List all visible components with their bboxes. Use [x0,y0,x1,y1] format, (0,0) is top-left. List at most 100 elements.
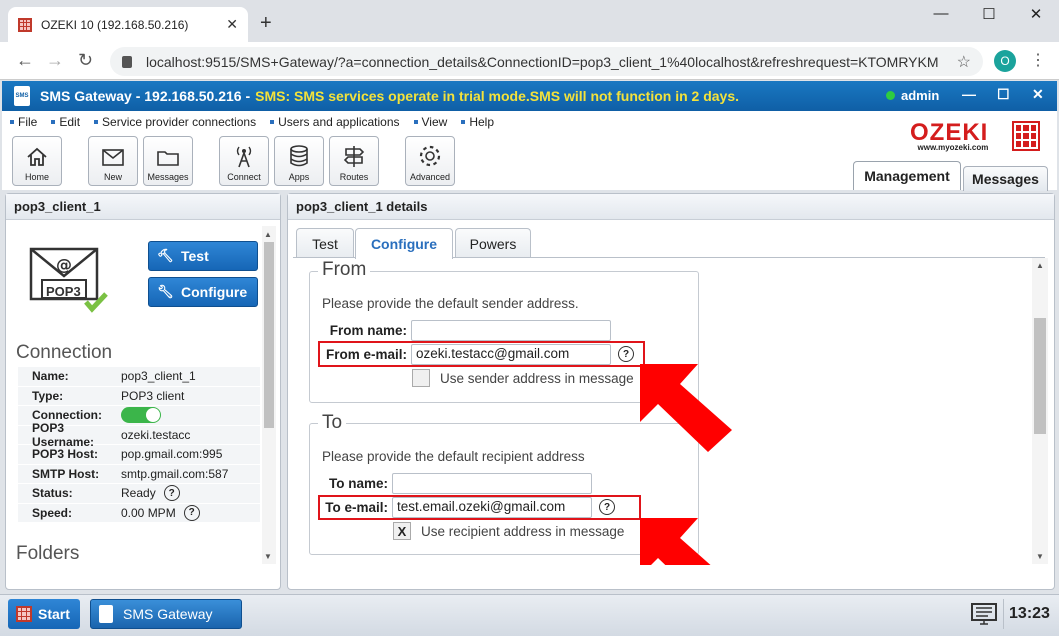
wrench-icon: 🔧︎ [157,284,174,299]
apps-label: Apps [288,172,310,182]
home-button[interactable]: Home [12,136,62,186]
menu-view[interactable]: View [413,115,447,129]
routes-button[interactable]: Routes [329,136,379,186]
browser-menu-icon[interactable]: ⋮ [1030,50,1046,70]
use-sender-address-checkbox[interactable] [412,369,430,387]
monitor-icon[interactable] [970,602,998,628]
to-email-input[interactable]: test.email.ozeki@gmail.com [392,497,592,518]
to-hint: Please provide the default recipient add… [322,449,585,464]
connect-button[interactable]: Connect [219,136,269,186]
row-key: Type: [32,388,64,403]
red-arrow-annotation-icon [640,518,711,565]
home-icon [27,147,47,166]
back-arrow-icon[interactable]: ← [16,50,34,71]
scroll-down-icon[interactable]: ▼ [1036,552,1044,561]
tab-management[interactable]: Management [853,161,961,190]
menu-service-provider-connections[interactable]: Service provider connections [94,115,256,129]
trial-warning: SMS: SMS services operate in trial mode.… [255,88,740,104]
table-row: Status: Ready? [18,484,260,504]
window-maximize-button[interactable]: ☐ [966,5,1012,23]
scroll-up-icon[interactable]: ▲ [264,230,272,239]
address-bar[interactable]: localhost:9515/SMS+Gateway/?a=connection… [110,47,983,76]
profile-avatar[interactable]: O [994,50,1016,72]
sms-app-icon: SMS [14,86,30,106]
svg-text:@: @ [56,255,72,274]
user-name: admin [901,88,940,103]
scroll-up-icon[interactable]: ▲ [1036,261,1044,270]
start-button[interactable]: Start [8,599,80,629]
new-tab-button[interactable]: + [260,12,272,35]
url-text[interactable]: localhost:9515/SMS+Gateway/?a=connection… [146,54,957,70]
hammer-icon: 🔨︎ [157,248,174,263]
taskbar-app-label: SMS Gateway [123,606,213,622]
test-button[interactable]: 🔨︎ Test [148,241,258,271]
from-email-input[interactable]: ozeki.testacc@gmail.com [411,344,611,365]
ozeki-logo-icon [1012,121,1040,151]
reload-icon[interactable]: ↻ [78,50,93,71]
connection-toggle[interactable] [121,407,161,424]
pop3-label: POP3 [46,284,81,299]
forward-arrow-icon[interactable]: → [46,50,64,71]
user-indicator[interactable]: admin [886,88,939,103]
to-legend: To [318,412,347,434]
menu-users-and-applications[interactable]: Users and applications [270,115,400,129]
routes-label: Routes [339,172,369,182]
menu-bar: File Edit Service provider connections U… [2,111,1057,133]
tab-powers[interactable]: Powers [455,228,531,258]
row-key: Speed: [32,505,73,520]
menu-file[interactable]: File [10,115,37,129]
tab-close-icon[interactable]: ✕ [226,16,238,33]
to-name-label: To name: [328,476,388,491]
logo-text: OZEKI [910,119,989,146]
to-email-help-icon[interactable]: ? [599,499,615,515]
new-button[interactable]: New [88,136,138,186]
table-row: Name: pop3_client_1 [18,367,260,387]
tab-test[interactable]: Test [296,228,354,258]
browser-tab[interactable]: OZEKI 10 (192.168.50.216) ✕ [8,7,248,42]
messages-button[interactable]: Messages [143,136,193,186]
folders-section-title: Folders [16,543,80,564]
left-scrollbar-thumb[interactable] [264,242,274,428]
database-icon [290,145,308,167]
signpost-icon [343,146,365,167]
connection-details-table: Name: pop3_client_1 Type: POP3 client Conn… [18,367,260,523]
scroll-down-icon[interactable]: ▼ [264,552,272,561]
use-sender-address-label: Use sender address in message [440,371,634,386]
tab-configure[interactable]: Configure [355,228,453,259]
sms-app-icon [99,605,113,623]
row-value: POP3 client [121,388,185,403]
app-minimize-button[interactable]: — [962,86,976,102]
window-minimize-button[interactable]: — [918,5,964,22]
tab-messages[interactable]: Messages [963,166,1048,191]
bookmark-star-icon[interactable]: ☆ [957,52,971,72]
new-label: New [103,172,122,182]
app-close-button[interactable]: ✕ [1032,86,1044,103]
window-close-button[interactable]: ✕ [1013,5,1059,23]
row-key: POP3 Host: [32,447,99,462]
row-value: pop3_client_1 [121,369,196,384]
use-recipient-address-label: Use recipient address in message [421,524,625,539]
taskbar-sms-gateway[interactable]: SMS Gateway [90,599,242,629]
right-scrollbar-thumb[interactable] [1034,318,1046,434]
ozeki-logo: OZEKI www.myozeki.com [910,119,988,152]
advanced-button[interactable]: Advanced [405,136,455,186]
use-recipient-address-checkbox[interactable]: X [393,522,411,540]
status-help-icon[interactable]: ? [163,485,180,502]
row-value: ozeki.testacc [121,427,191,442]
menu-help[interactable]: Help [461,115,494,129]
configure-button[interactable]: 🔧︎ Configure [148,277,258,307]
from-legend: From [318,259,371,281]
gear-icon [419,145,441,167]
speed-help-icon[interactable]: ? [183,504,200,521]
menu-edit[interactable]: Edit [51,115,80,129]
ozeki-favicon-icon [18,17,32,32]
folder-icon [157,151,179,166]
app-maximize-button[interactable]: ☐ [997,86,1010,103]
apps-button[interactable]: Apps [274,136,324,186]
from-name-input[interactable] [411,320,611,341]
to-name-input[interactable] [392,473,592,494]
table-row: POP3 Username: ozeki.testacc [18,421,260,449]
table-row: POP3 Host: pop.gmail.com:995 [18,445,260,465]
configure-button-label: Configure [181,284,248,300]
row-value: smtp.gmail.com:587 [121,466,229,481]
